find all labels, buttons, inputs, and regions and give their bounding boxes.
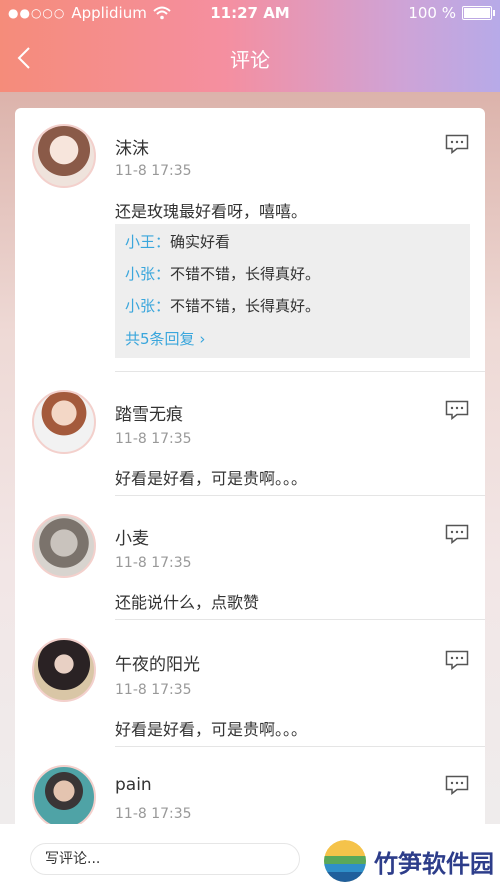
comment-time: 11-8 17:35 <box>115 682 192 698</box>
comment-text: 还能说什么，点歌赞 <box>115 593 260 612</box>
comment-author[interactable]: 午夜的阳光 <box>115 650 200 675</box>
comment-time: 11-8 17:35 <box>115 431 192 447</box>
avatar[interactable] <box>32 514 96 578</box>
page-title: 评论 <box>230 48 270 72</box>
chevron-right-icon: › <box>199 330 206 348</box>
comment-input-bar: 写评论... 竹笋软件园 <box>0 824 500 889</box>
reply-text: 确实好看 <box>170 233 231 251</box>
more-replies-label: 共5条回复 <box>125 330 195 348</box>
avatar[interactable] <box>32 390 96 454</box>
comment-item: 小麦 11-8 17:35 还能说什么，点歌赞 <box>15 496 485 620</box>
reply-item[interactable]: 小王：确实好看 <box>125 230 460 262</box>
avatar[interactable] <box>32 638 96 702</box>
reply-text: 不错不错，长得真好。 <box>170 265 321 283</box>
nav-bar: 评论 <box>0 40 500 80</box>
comment-item: 午夜的阳光 11-8 17:35 好看是好看，可是贵啊。。。 <box>15 620 485 747</box>
comment-item: 沫沫 11-8 17:35 还是玫瑰最好看呀，嘻嘻。 小王：确实好看 小张：不错… <box>15 108 485 372</box>
watermark-logo-icon <box>324 840 366 882</box>
comment-author[interactable]: 沫沫 <box>115 134 149 159</box>
header: ●●○○○ Applidium 11:27 AM 100 % 评论 <box>0 0 500 92</box>
comment-icon[interactable] <box>445 400 469 420</box>
comment-icon[interactable] <box>445 775 469 795</box>
comment-input[interactable]: 写评论... <box>30 843 300 875</box>
comment-icon[interactable] <box>445 650 469 670</box>
status-bar: ●●○○○ Applidium 11:27 AM 100 % <box>0 4 500 24</box>
comment-text: 好看是好看，可是贵啊。。。 <box>115 720 308 739</box>
comment-text: 还是玫瑰最好看呀，嘻嘻。 <box>115 202 308 221</box>
comment-list: 沫沫 11-8 17:35 还是玫瑰最好看呀，嘻嘻。 小王：确实好看 小张：不错… <box>15 108 485 889</box>
watermark-text: 竹笋软件园 <box>374 849 494 878</box>
battery-label: 100 % <box>408 4 456 22</box>
comment-author[interactable]: pain <box>115 775 152 795</box>
more-replies-link[interactable]: 共5条回复 › <box>125 326 460 354</box>
comment-text: 好看是好看，可是贵啊。。。 <box>115 469 308 488</box>
comment-author[interactable]: 踏雪无痕 <box>115 400 183 425</box>
reply-item[interactable]: 小张：不错不错，长得真好。 <box>125 294 460 326</box>
avatar[interactable] <box>32 124 96 188</box>
comment-author[interactable]: 小麦 <box>115 524 149 549</box>
reply-author[interactable]: 小张： <box>125 265 170 283</box>
comment-time: 11-8 17:35 <box>115 555 192 571</box>
comment-icon[interactable] <box>445 524 469 544</box>
comment-item: 踏雪无痕 11-8 17:35 好看是好看，可是贵啊。。。 <box>15 372 485 496</box>
reply-box: 小王：确实好看 小张：不错不错，长得真好。 小张：不错不错，长得真好。 共5条回… <box>115 224 470 358</box>
reply-author[interactable]: 小王： <box>125 233 170 251</box>
watermark: 竹笋软件园 <box>324 840 494 882</box>
reply-author[interactable]: 小张： <box>125 297 170 315</box>
comment-time: 11-8 17:35 <box>115 806 192 822</box>
reply-item[interactable]: 小张：不错不错，长得真好。 <box>125 262 460 294</box>
comment-icon[interactable] <box>445 134 469 154</box>
avatar[interactable] <box>32 765 96 829</box>
reply-text: 不错不错，长得真好。 <box>170 297 321 315</box>
battery-icon <box>462 6 495 20</box>
comment-time: 11-8 17:35 <box>115 163 192 179</box>
